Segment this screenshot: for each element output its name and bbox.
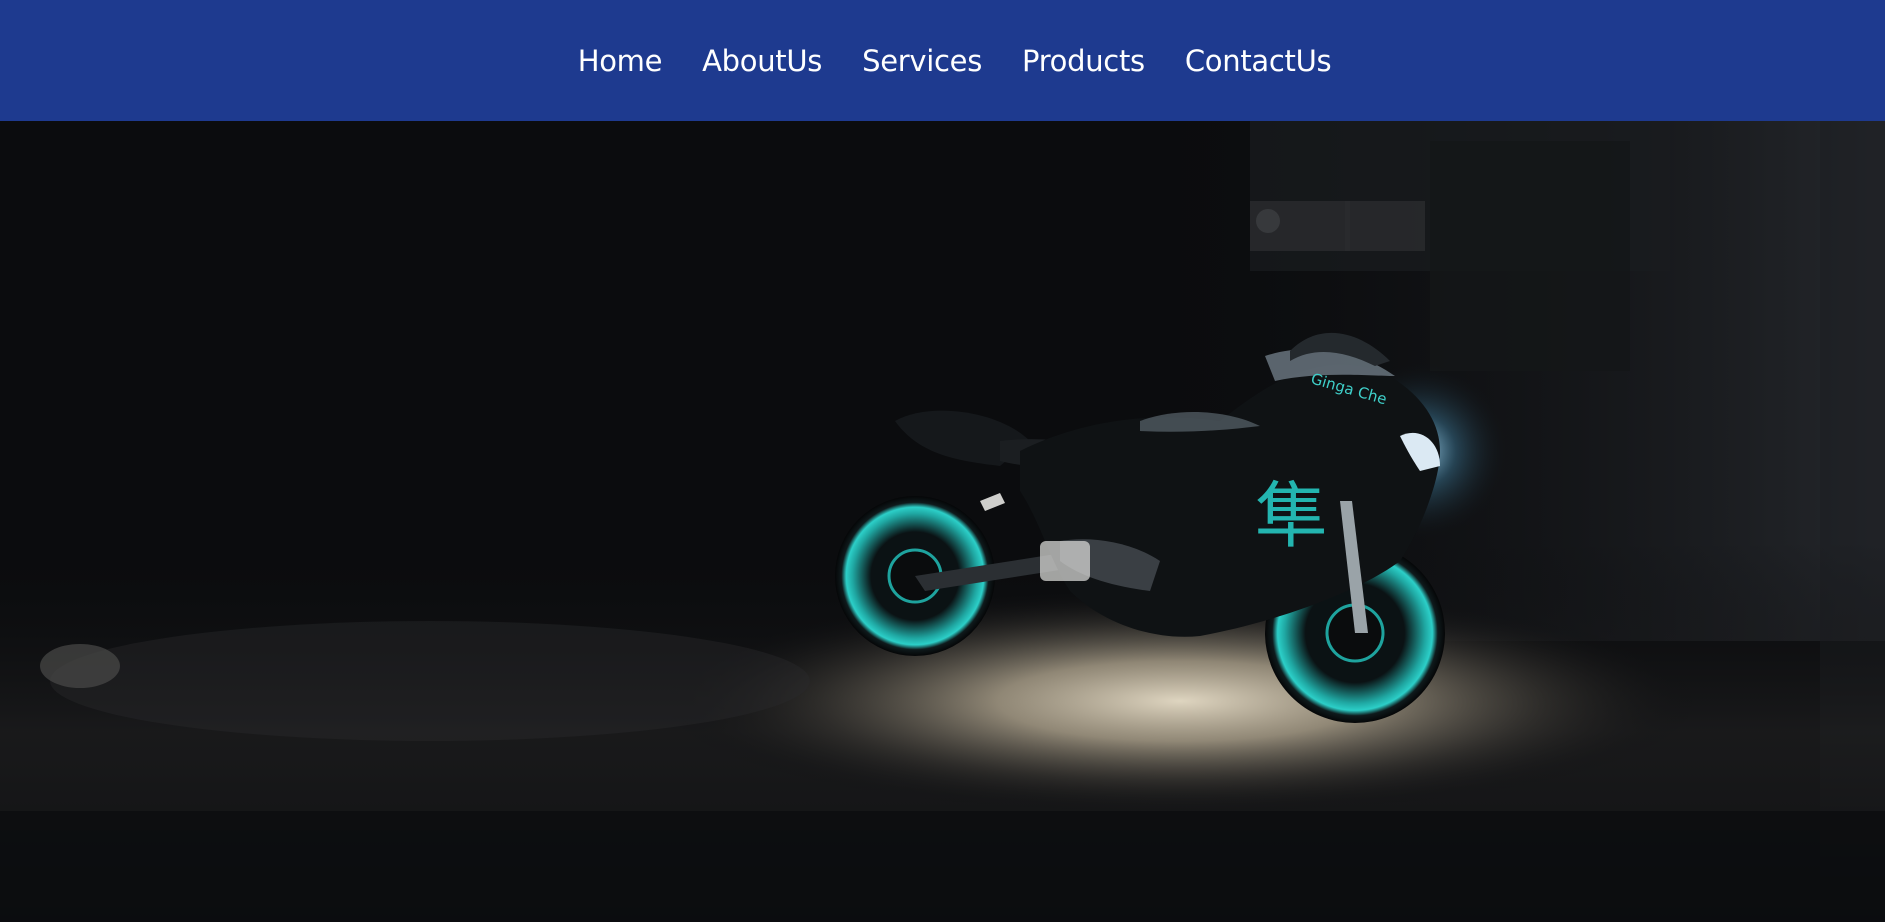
nav-link-services[interactable]: Services [842,41,1002,81]
kanji-decal-text: 隼 [1255,474,1327,558]
nav-link-products[interactable]: Products [1002,41,1165,81]
hero-motorcycle-image: 隼 Ginga Che [0,121,1885,922]
nav-link-home[interactable]: Home [558,41,682,81]
top-navbar: Home AboutUs Services Products ContactUs [0,0,1885,121]
nav-link-aboutus[interactable]: AboutUs [682,41,842,81]
nav-link-contactus[interactable]: ContactUs [1165,41,1351,81]
hero-banner: 隼 Ginga Che [0,121,1885,922]
main-nav: Home AboutUs Services Products ContactUs [558,41,1352,81]
